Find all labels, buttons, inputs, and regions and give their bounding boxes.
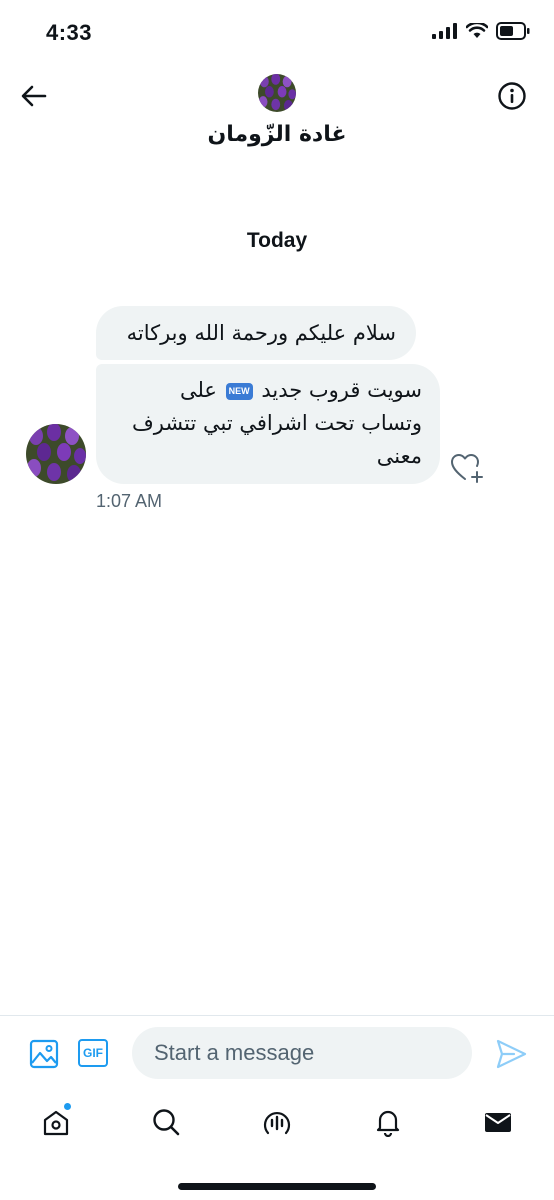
- message-composer: GIF: [0, 1015, 554, 1091]
- avatar-image: [26, 424, 86, 484]
- header-avatar[interactable]: [258, 74, 296, 112]
- arrow-left-icon: [21, 85, 47, 107]
- status-icons: [432, 22, 530, 40]
- conversation-header: غادة الزّومان: [0, 66, 554, 166]
- search-icon: [153, 1109, 180, 1136]
- status-bar: 4:33: [0, 0, 554, 66]
- gif-button[interactable]: GIF: [78, 1039, 108, 1067]
- signal-icon: [432, 23, 457, 39]
- tab-messages[interactable]: [478, 1102, 518, 1142]
- notifications-icon: [376, 1110, 400, 1137]
- info-icon: [498, 82, 526, 110]
- home-icon: [43, 1110, 69, 1136]
- message-bubble[interactable]: سويت قروب جديد NEW على وتساب تحت اشرافي …: [96, 364, 440, 484]
- notification-dot: [63, 1102, 72, 1111]
- send-icon: [496, 1039, 527, 1069]
- send-button[interactable]: [494, 1038, 528, 1070]
- day-separator: Today: [246, 229, 308, 252]
- media-button[interactable]: [28, 1038, 60, 1070]
- new-emoji-icon: NEW: [225, 382, 253, 400]
- spaces-icon: [263, 1111, 291, 1135]
- contact-name[interactable]: غادة الزّومان: [0, 122, 554, 147]
- tab-search[interactable]: [146, 1102, 186, 1142]
- avatar-image: [258, 74, 296, 112]
- message-bubble[interactable]: سلام عليكم ورحمة الله وبركاته: [96, 306, 416, 360]
- back-button[interactable]: [16, 78, 52, 114]
- message-input[interactable]: [132, 1027, 472, 1079]
- sender-avatar[interactable]: [26, 424, 86, 484]
- tab-notifications[interactable]: [368, 1102, 408, 1142]
- tab-home[interactable]: [36, 1102, 76, 1142]
- home-indicator: [178, 1183, 376, 1190]
- image-icon: [29, 1039, 59, 1069]
- conversation-info-button[interactable]: [494, 78, 530, 114]
- heart-plus-icon: [451, 454, 483, 483]
- message-timestamp: 1:07 AM: [96, 491, 163, 511]
- tab-spaces[interactable]: [257, 1102, 297, 1142]
- messages-icon: [485, 1113, 511, 1132]
- wifi-icon: [466, 23, 488, 38]
- message-text-part: سويت قروب جديد: [261, 378, 422, 402]
- status-time: 4:33: [46, 20, 93, 45]
- message-text: سلام عليكم ورحمة الله وبركاته: [126, 321, 396, 345]
- battery-icon: [496, 22, 530, 40]
- react-button[interactable]: [450, 452, 486, 484]
- bottom-tab-bar: [0, 1092, 554, 1156]
